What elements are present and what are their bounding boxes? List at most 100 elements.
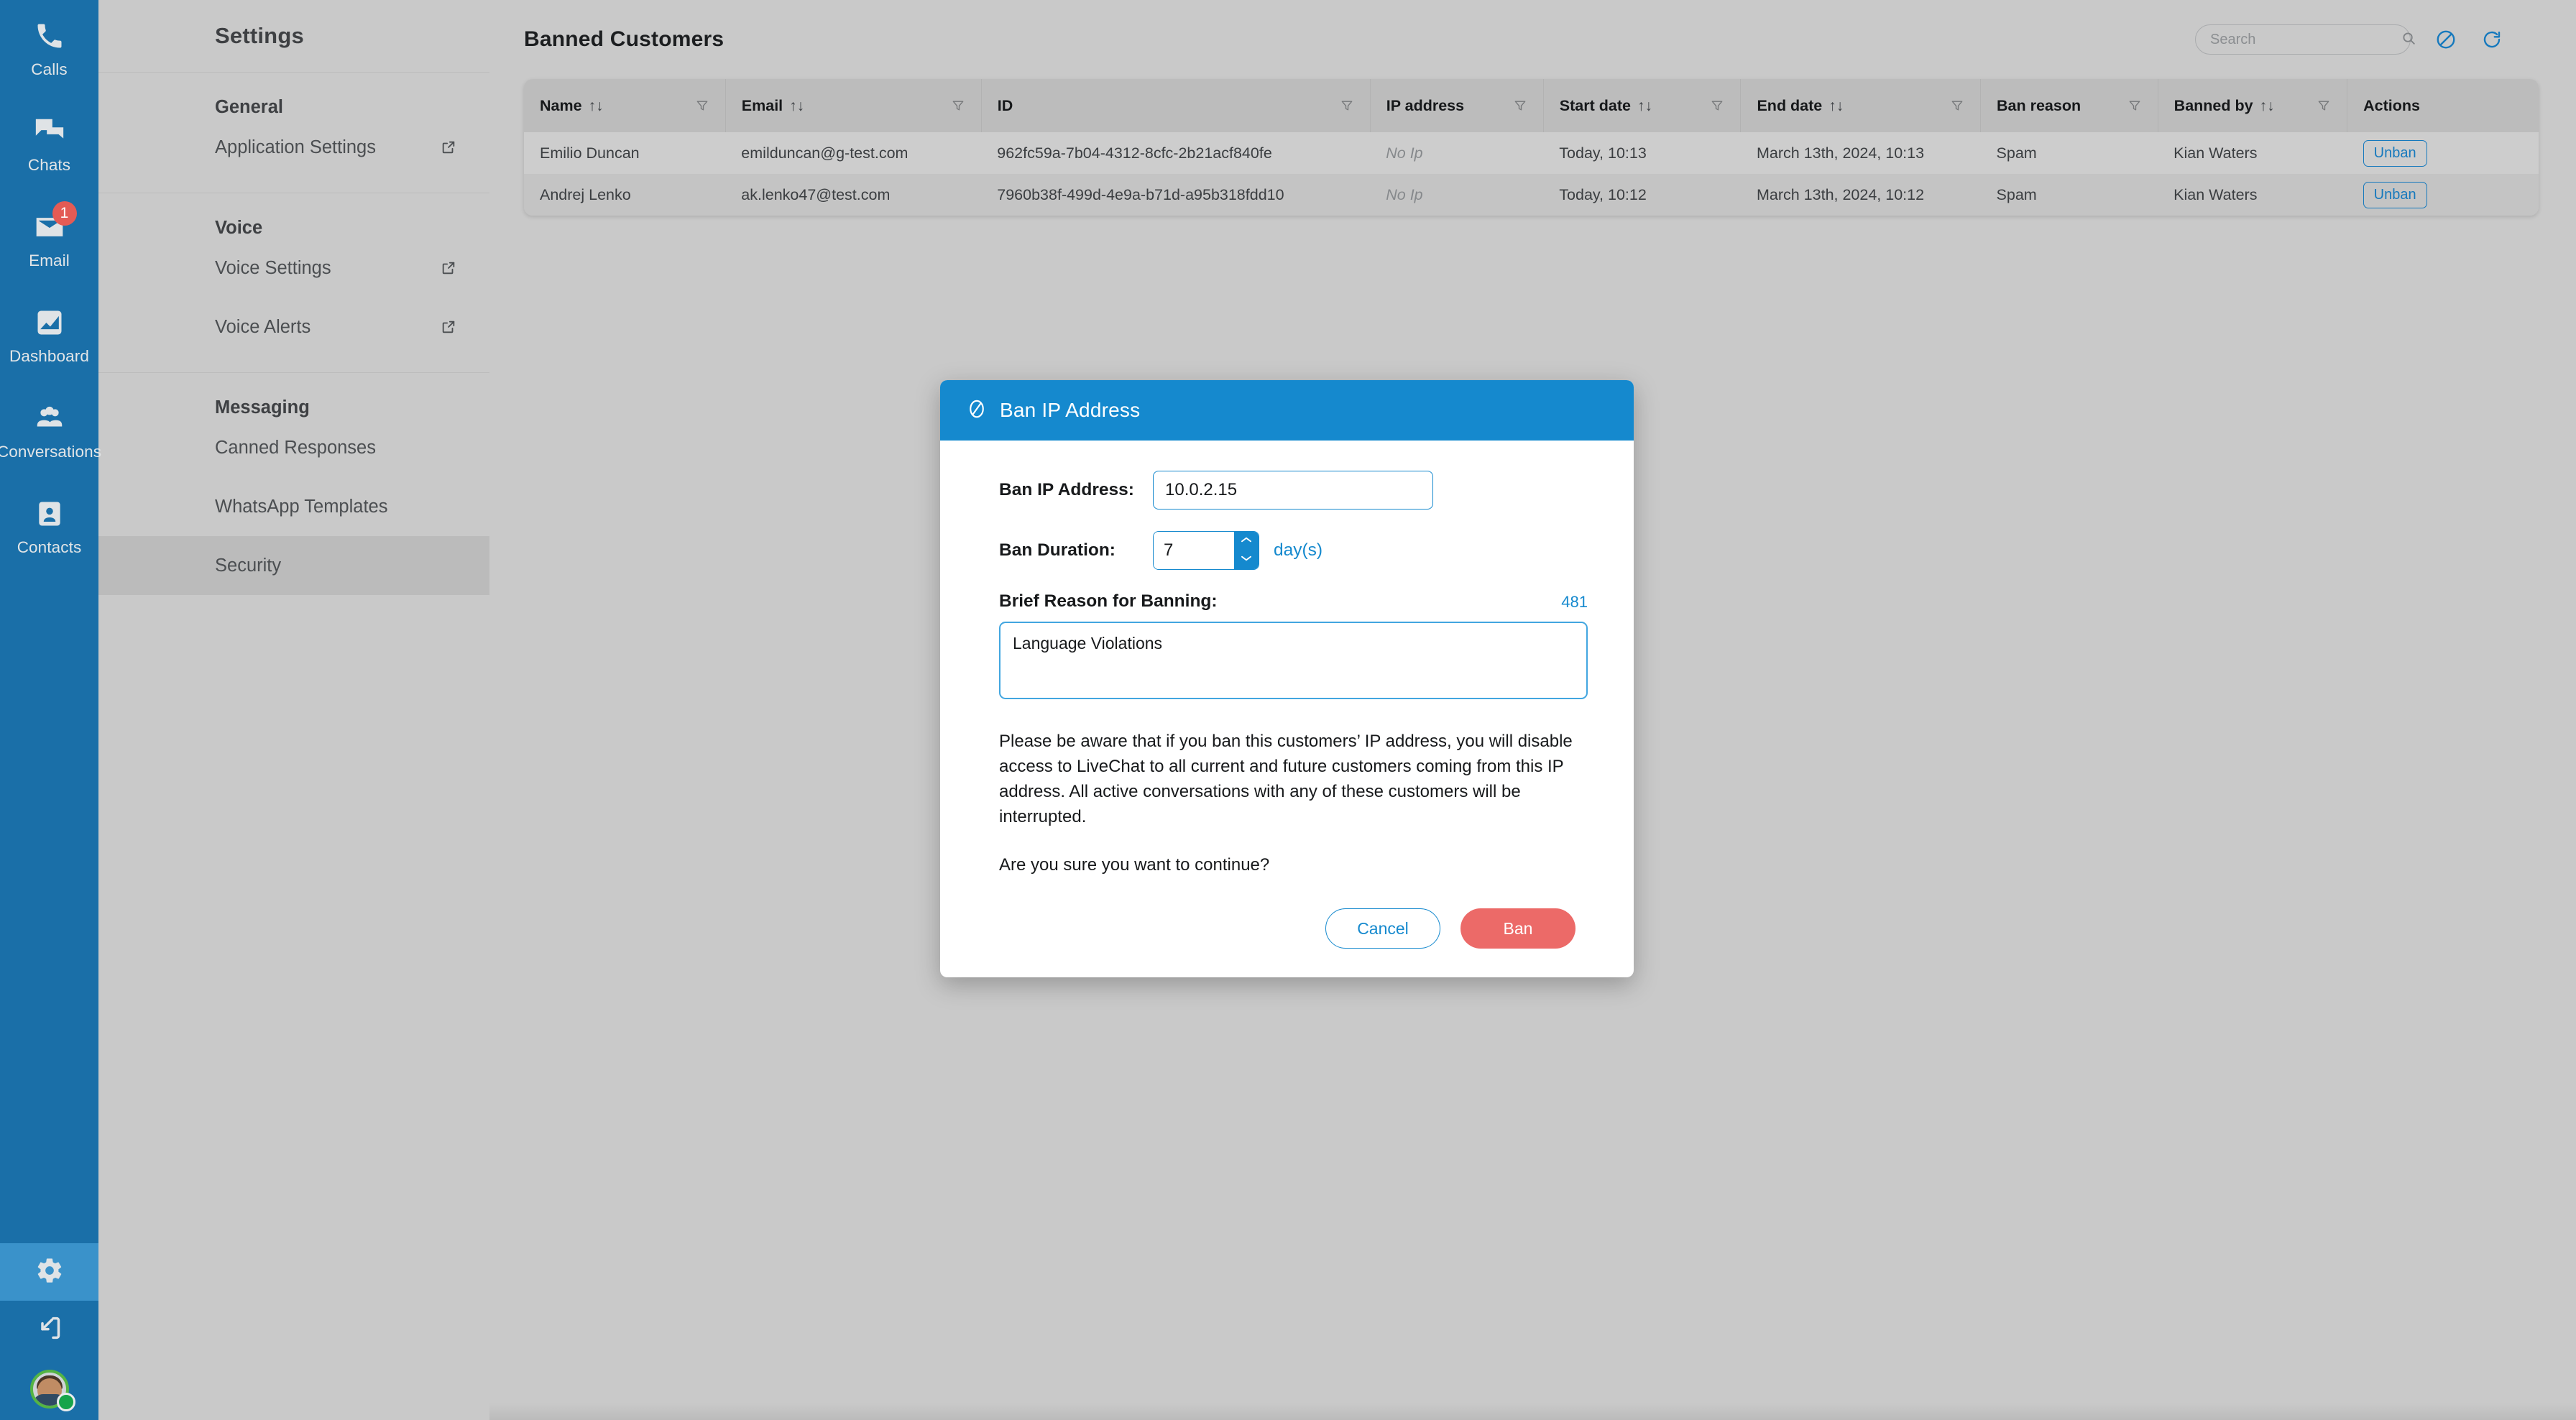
filter-icon[interactable]: [695, 98, 709, 113]
column-header-ban-reason[interactable]: Ban reason: [1980, 79, 2158, 132]
sort-icon[interactable]: ↑↓: [589, 98, 604, 114]
cell-actions: Unban: [2347, 132, 2539, 174]
table-head: Name ↑↓ Email ↑↓ ID IP address Start date ↑↓ End…: [524, 79, 2539, 132]
confirm-question: Are you sure you want to continue?: [999, 855, 1270, 875]
primary-nav-rail: Calls Chats 1 Email Dashboard Conversati…: [0, 0, 101, 1420]
chat-bubbles-icon: [31, 113, 68, 150]
ban-duration-stepper[interactable]: [1153, 531, 1259, 570]
chevron-down-icon: [1240, 553, 1253, 566]
filter-icon[interactable]: [1950, 98, 1964, 113]
reason-row: Brief Reason for Banning: 481: [999, 591, 1588, 612]
sidebar-item-canned-responses[interactable]: Canned Responses: [98, 418, 489, 477]
settings-group-heading: General: [215, 97, 283, 117]
sort-icon[interactable]: ↑↓: [789, 98, 804, 114]
people-group-icon: [31, 400, 68, 437]
avatar[interactable]: [0, 1358, 98, 1420]
sort-icon[interactable]: ↑↓: [1637, 98, 1652, 114]
rail-item-chats[interactable]: Chats: [0, 96, 98, 191]
rail-item-email[interactable]: 1 Email: [0, 191, 98, 287]
app-root: Calls Chats 1 Email Dashboard Conversati…: [0, 0, 2576, 1420]
sort-icon[interactable]: ↑↓: [2260, 98, 2275, 114]
cancel-button[interactable]: Cancel: [1325, 908, 1440, 949]
chevron-up-icon: [1240, 535, 1253, 548]
sort-icon[interactable]: ↑↓: [1828, 98, 1844, 114]
refresh-icon[interactable]: [2481, 29, 2503, 50]
table-row[interactable]: Emilio Duncan emilduncan@g-test.com 962fc5…: [524, 132, 2539, 174]
ban-ip-input[interactable]: [1153, 471, 1433, 510]
sidebar-item-whatsapp-templates[interactable]: WhatsApp Templates: [98, 477, 489, 536]
stepper-down-button[interactable]: [1234, 550, 1259, 569]
avatar-status-indicator: [56, 1393, 75, 1411]
unban-button[interactable]: Unban: [2363, 139, 2427, 167]
ban-icon[interactable]: [2435, 29, 2457, 50]
column-header-actions[interactable]: Actions: [2347, 79, 2539, 132]
ban-duration-input[interactable]: [1154, 532, 1234, 569]
rail-item-settings[interactable]: [0, 1243, 98, 1301]
settings-group-heading: Voice: [215, 218, 263, 238]
column-header-banned-by[interactable]: Banned by ↑↓: [2158, 79, 2348, 132]
cell-actions: Unban: [2347, 174, 2539, 216]
rail-item-contacts[interactable]: Contacts: [0, 478, 98, 573]
cell-ip: No Ip: [1386, 185, 1423, 203]
settings-group-voice: Voice Voice Settings Voice Alerts: [98, 193, 489, 372]
filter-icon[interactable]: [2317, 98, 2331, 113]
rail-item-calls[interactable]: Calls: [0, 0, 98, 96]
settings-group-messaging: Messaging Canned Responses WhatsApp Temp…: [98, 373, 489, 611]
filter-icon[interactable]: [951, 98, 965, 113]
settings-group-heading: Messaging: [215, 397, 310, 418]
column-header-end-date[interactable]: End date ↑↓: [1740, 79, 1982, 132]
ban-ip-row: Ban IP Address:: [999, 471, 1588, 510]
column-header-id[interactable]: ID: [981, 79, 1371, 132]
ban-button[interactable]: Ban: [1460, 908, 1576, 949]
cell-start-date: Today, 10:13: [1559, 144, 1647, 162]
cell-id: 962fc59a-7b04-4312-8cfc-2b21acf840fe: [997, 144, 1272, 162]
sidebar-item-label: Canned Responses: [215, 437, 376, 458]
sidebar-item-voice-alerts[interactable]: Voice Alerts: [98, 298, 489, 356]
banned-customers-table: Name ↑↓ Email ↑↓ ID IP address Start date ↑↓ End…: [524, 79, 2539, 216]
logout-arrow-icon: [35, 1314, 64, 1346]
ban-duration-label: Ban Duration:: [999, 540, 1116, 560]
filter-icon[interactable]: [1340, 98, 1354, 113]
dashboard-chart-icon: [31, 304, 68, 341]
page-title: Banned Customers: [524, 27, 724, 51]
settings-group-general: General Application Settings: [98, 73, 489, 193]
rail-item-logout[interactable]: [0, 1301, 98, 1358]
filter-icon[interactable]: [2128, 98, 2142, 113]
sidebar-item-label: Voice Alerts: [215, 316, 311, 337]
bottom-shadow: [489, 1403, 2576, 1420]
cell-id: 7960b38f-499d-4e9a-b71d-a95b318fdd10: [997, 185, 1284, 203]
stepper-up-button[interactable]: [1234, 532, 1259, 550]
sidebar-item-security[interactable]: Security: [98, 536, 489, 595]
cell-ban-reason: Spam: [1996, 144, 2037, 162]
rail-item-dashboard[interactable]: Dashboard: [0, 287, 98, 382]
contact-card-icon: [31, 495, 68, 532]
rail-label: Chats: [27, 156, 71, 175]
filter-icon[interactable]: [1710, 98, 1724, 113]
rail-item-conversations[interactable]: Conversations: [0, 382, 101, 478]
settings-title: Settings: [215, 23, 304, 48]
filter-icon[interactable]: [1513, 98, 1527, 113]
header-actions: [2195, 24, 2503, 55]
cell-name: Emilio Duncan: [540, 144, 640, 162]
column-header-label: Name: [540, 96, 582, 114]
sidebar-item-voice-settings[interactable]: Voice Settings: [98, 239, 489, 298]
sidebar-item-label: Security: [215, 555, 282, 576]
column-header-name[interactable]: Name ↑↓: [524, 79, 726, 132]
stepper-buttons: [1233, 532, 1259, 569]
gear-icon: [35, 1256, 64, 1288]
column-header-email[interactable]: Email ↑↓: [725, 79, 982, 132]
column-header-start-date[interactable]: Start date ↑↓: [1543, 79, 1742, 132]
rail-label: Calls: [31, 60, 68, 79]
search-input[interactable]: [2210, 31, 2401, 48]
column-header-label: Actions: [2363, 96, 2420, 114]
sidebar-item-application-settings[interactable]: Application Settings: [98, 118, 489, 177]
cell-banned-by: Kian Waters: [2174, 185, 2258, 203]
cell-end-date: March 13th, 2024, 10:13: [1756, 144, 1925, 162]
reason-textarea[interactable]: [999, 622, 1588, 699]
column-header-ip-address[interactable]: IP address: [1370, 79, 1544, 132]
ban-ip-label: Ban IP Address:: [999, 480, 1134, 499]
table-row[interactable]: Andrej Lenko ak.lenko47@test.com 7960b38f-…: [524, 174, 2539, 216]
unban-button[interactable]: Unban: [2363, 181, 2427, 208]
cell-banned-by: Kian Waters: [2174, 144, 2258, 162]
search-box[interactable]: [2195, 24, 2415, 55]
